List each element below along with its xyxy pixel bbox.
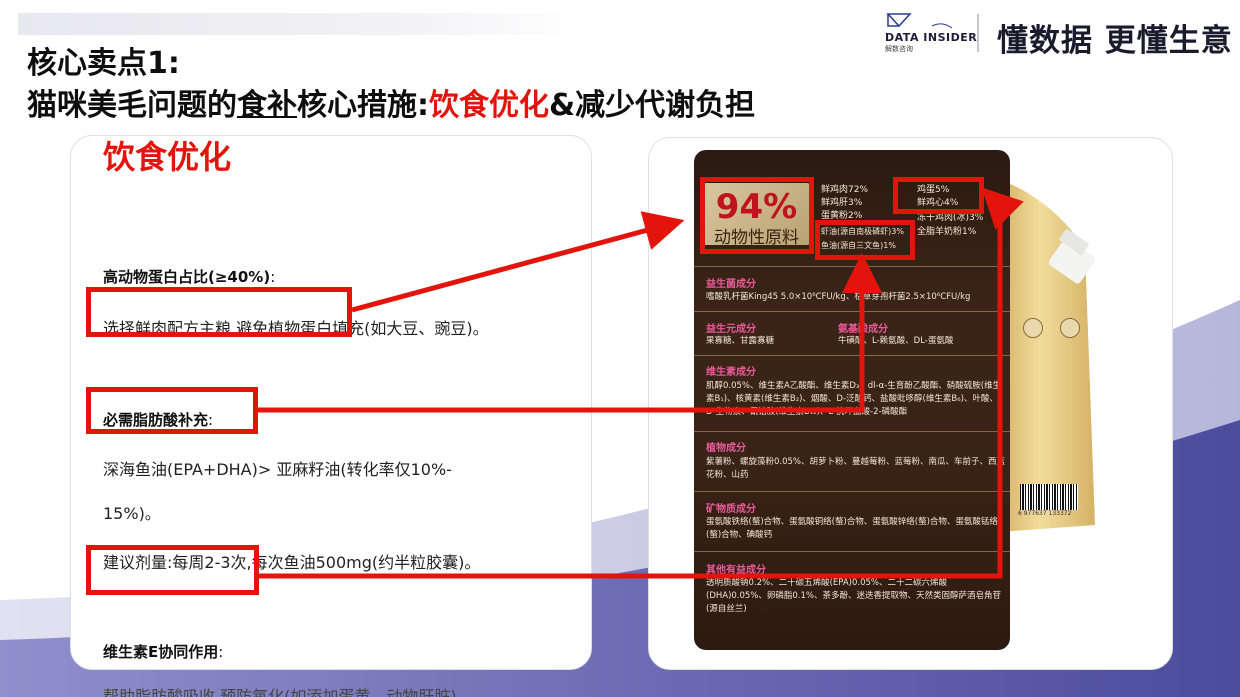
top-decor-bar xyxy=(18,13,583,35)
amino-acid-title: 氨基酸成分 xyxy=(838,324,888,335)
mineral-body: 蛋氨酸铁络(螯)合物、蛋氨酸铜络(螯)合物、蛋氨酸锌络(螯)合物、蛋氨酸锰络(螯… xyxy=(706,517,998,540)
barcode-number: 6 977637 133372 xyxy=(1018,510,1072,517)
other-beneficial-body: 透明质酸钠0.2%、二十碳五烯酸(EPA)0.05%、二十二碳六烯酸(DHA)0… xyxy=(706,578,1001,614)
highlight-box-94-badge xyxy=(700,177,814,254)
brand-name: DATA INSIDER xyxy=(885,31,978,44)
label-divider xyxy=(694,355,1010,356)
label-divider xyxy=(694,266,1010,267)
vitamin-e-label-text: 维生素E协同作用 xyxy=(103,643,219,661)
prebiotic-title: 益生元成分 xyxy=(706,324,756,335)
diet-heading: 饮食优化 xyxy=(103,138,232,176)
brand-slogan: 懂数据 更懂生意 xyxy=(997,23,1233,59)
vitamin-title: 维生素成分 xyxy=(706,367,756,378)
title-mid: 核心措施: xyxy=(297,88,429,123)
fatty-acid-body-line2: 15%)。 xyxy=(103,504,161,523)
protein-label-colon: : xyxy=(270,268,276,286)
label-divider xyxy=(694,431,1010,432)
title-underlined: 食补 xyxy=(237,88,297,123)
section-vitamin-e-label: 维生素E协同作用: xyxy=(103,641,223,662)
plant-body: 紫薯粉、螺旋藻粉0.05%、胡萝卜粉、蔓越莓粉、蓝莓粉、南瓜、车前子、西蓝花粉、… xyxy=(706,457,1006,480)
slide-title-line1: 核心卖点1: xyxy=(27,46,180,81)
highlight-box-fatty-acid xyxy=(86,387,258,434)
highlight-box-egg xyxy=(893,177,984,214)
label-divider xyxy=(694,551,1010,552)
brand-divider xyxy=(977,14,979,52)
vitamin-e-label-colon: : xyxy=(218,643,224,661)
other-beneficial-title: 其他有益成分 xyxy=(706,565,766,576)
prebiotic-body: 果寡糖、甘露寡糖 xyxy=(706,336,775,346)
probiotic-body: 嗜酸乳杆菌King45 5.0×10⁶CFU/kg、枯草芽孢杆菌2.5×10⁶C… xyxy=(706,292,971,302)
brand-subtitle: 解数咨询 xyxy=(885,45,913,53)
ingredient-item: 鲜鸡肝3% xyxy=(821,198,863,208)
ingredient-item: 全脂羊奶粉1% xyxy=(917,227,977,237)
fatty-acid-body-line1: 深海鱼油(EPA+DHA)> 亚麻籽油(转化率仅10%- xyxy=(103,460,452,479)
protein-label-text: 高动物蛋白占比(≥40%) xyxy=(103,268,271,286)
probiotic-title: 益生菌成分 xyxy=(706,279,756,290)
highlight-box-dosage xyxy=(86,545,259,595)
plant-title: 植物成分 xyxy=(706,443,746,454)
brand-header: DATA INSIDER 解数咨询 懂数据 更懂生意 xyxy=(880,12,1232,59)
title-suffix: &减少代谢负担 xyxy=(549,88,756,123)
vitamin-e-body: 帮助脂肪酸吸收,预防氧化(如添加蛋黄、动物肝脏)。 xyxy=(103,687,473,697)
title-highlight: 饮食优化 xyxy=(429,88,549,123)
highlight-box-fish-oil xyxy=(815,220,915,260)
highlight-box-fresh-meat xyxy=(86,287,352,337)
slide-title-line2: 猫咪美毛问题的食补核心措施:饮食优化&减少代谢负担 xyxy=(27,80,755,124)
label-divider xyxy=(694,491,1010,492)
label-divider xyxy=(694,311,1010,312)
certification-seal-icon xyxy=(1023,318,1043,338)
ingredient-item: 鲜鸡肉72% xyxy=(821,185,869,195)
amino-acid-body: 牛磺酸、L-赖氨酸、DL-蛋氨酸 xyxy=(838,336,954,346)
vitamin-body: 肌醇0.05%、维生素A乙酸酯、维生素D₃、dl-α-生育酚乙酸酯、硝酸硫胺(维… xyxy=(706,381,1002,417)
certification-seal-icon xyxy=(1060,318,1080,338)
mineral-title: 矿物质成分 xyxy=(706,504,756,515)
barcode xyxy=(1020,484,1078,510)
section-protein-label: 高动物蛋白占比(≥40%): xyxy=(103,266,275,287)
title-prefix: 猫咪美毛问题的 xyxy=(27,88,237,123)
